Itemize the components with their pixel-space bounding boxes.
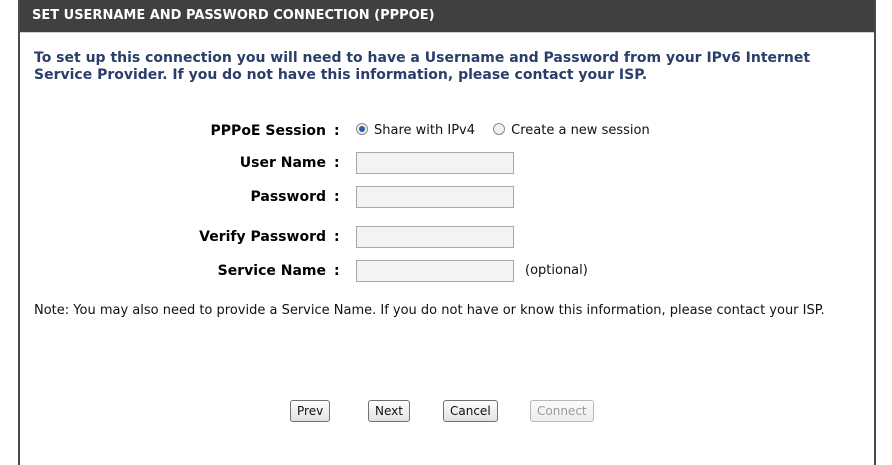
colon: : [334,123,340,139]
verify-password-label: Verify Password [199,229,326,245]
password-row: Password : [20,185,840,209]
verify-password-row: Verify Password : [20,225,840,249]
note-text: Note: You may also need to provide a Ser… [34,303,825,318]
user-name-label: User Name [239,155,326,171]
colon: : [334,155,340,171]
connect-button[interactable]: Connect [530,400,594,422]
create-new-session-radio[interactable] [493,123,506,135]
wizard-buttons: Prev Next Cancel Connect [20,400,874,424]
pppoe-session-label: PPPoE Session [210,123,326,139]
prev-button[interactable]: Prev [290,400,331,422]
password-label: Password [250,189,326,205]
optional-hint: (optional) [525,263,588,278]
service-name-row: Service Name : (optional) [20,259,840,283]
wizard-panel: SET USERNAME AND PASSWORD CONNECTION (PP… [18,0,876,465]
cancel-button[interactable]: Cancel [443,400,498,422]
share-with-ipv4-label[interactable]: Share with IPv4 [374,123,475,138]
user-name-field[interactable] [356,152,514,174]
pppoe-session-radio-group: Share with IPv4 Create a new session [356,119,664,143]
service-name-field[interactable] [356,260,514,282]
verify-password-field[interactable] [356,226,514,248]
user-name-row: User Name : [20,151,840,175]
next-button[interactable]: Next [368,400,410,422]
password-field[interactable] [356,186,514,208]
title-divider [20,32,874,33]
colon: : [334,263,340,279]
colon: : [334,189,340,205]
pppoe-session-row: PPPoE Session : Share with IPv4 Create a… [20,119,840,143]
intro-text: To set up this connection you will need … [34,50,811,83]
share-with-ipv4-radio[interactable] [356,123,368,135]
service-name-label: Service Name [217,263,326,279]
colon: : [334,229,340,245]
create-new-session-label[interactable]: Create a new session [511,123,650,138]
section-title: SET USERNAME AND PASSWORD CONNECTION (PP… [20,0,874,32]
